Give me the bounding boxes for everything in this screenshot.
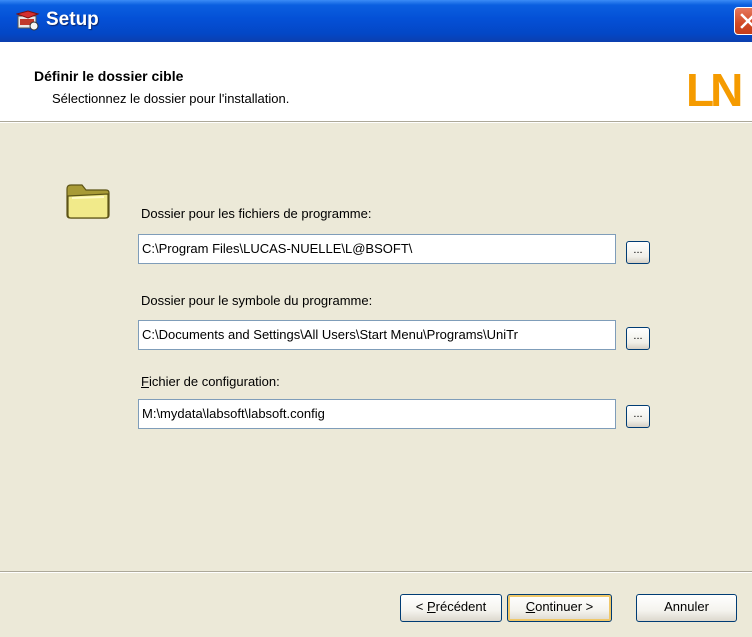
continue-button[interactable]: Continuer >	[507, 594, 612, 622]
continue-button-mnemonic: C	[525, 599, 536, 614]
program-files-field[interactable]: C:\Program Files\LUCAS-NUELLE\L@BSOFT\	[138, 234, 616, 264]
config-file-label: Fichier de configuration:	[141, 374, 280, 389]
program-symbol-browse-button[interactable]: ...	[626, 327, 650, 350]
config-file-browse-button[interactable]: ...	[626, 405, 650, 428]
program-files-browse-button[interactable]: ...	[626, 241, 650, 264]
setup-window: Setup Définir le dossier cible Sélection…	[0, 0, 752, 637]
back-button-mnemonic: P	[426, 599, 436, 614]
header-divider-highlight	[0, 122, 752, 123]
program-symbol-field[interactable]: C:\Documents and Settings\All Users\Star…	[138, 320, 616, 350]
window-title: Setup	[46, 9, 99, 30]
ln-logo: LN	[686, 66, 744, 110]
config-file-label-text: ichier de configuration:	[148, 374, 280, 389]
program-symbol-label: Dossier pour le symbole du programme:	[141, 293, 373, 308]
config-file-label-mnemonic: F	[141, 374, 149, 389]
back-button[interactable]: < Précédent	[400, 594, 502, 622]
close-button[interactable]	[734, 7, 752, 35]
config-file-field[interactable]: M:\mydata\labsoft\labsoft.config	[138, 399, 616, 429]
logo-text: LN	[686, 66, 741, 110]
title-bar[interactable]: Setup	[0, 0, 752, 42]
continue-button-text: ontinuer >	[535, 599, 594, 614]
back-button-text: récédent	[435, 599, 487, 614]
back-button-prefix: <	[415, 599, 427, 614]
cancel-button[interactable]: Annuler	[636, 594, 737, 622]
page-title: Définir le dossier cible	[34, 68, 184, 84]
footer-divider-highlight	[0, 572, 752, 573]
page-subtitle: Sélectionnez le dossier pour l'installat…	[52, 91, 290, 106]
program-files-label: Dossier pour les fichiers de programme:	[141, 206, 372, 221]
close-icon	[740, 13, 752, 29]
folder-icon	[66, 184, 110, 219]
setup-app-icon	[15, 10, 40, 32]
